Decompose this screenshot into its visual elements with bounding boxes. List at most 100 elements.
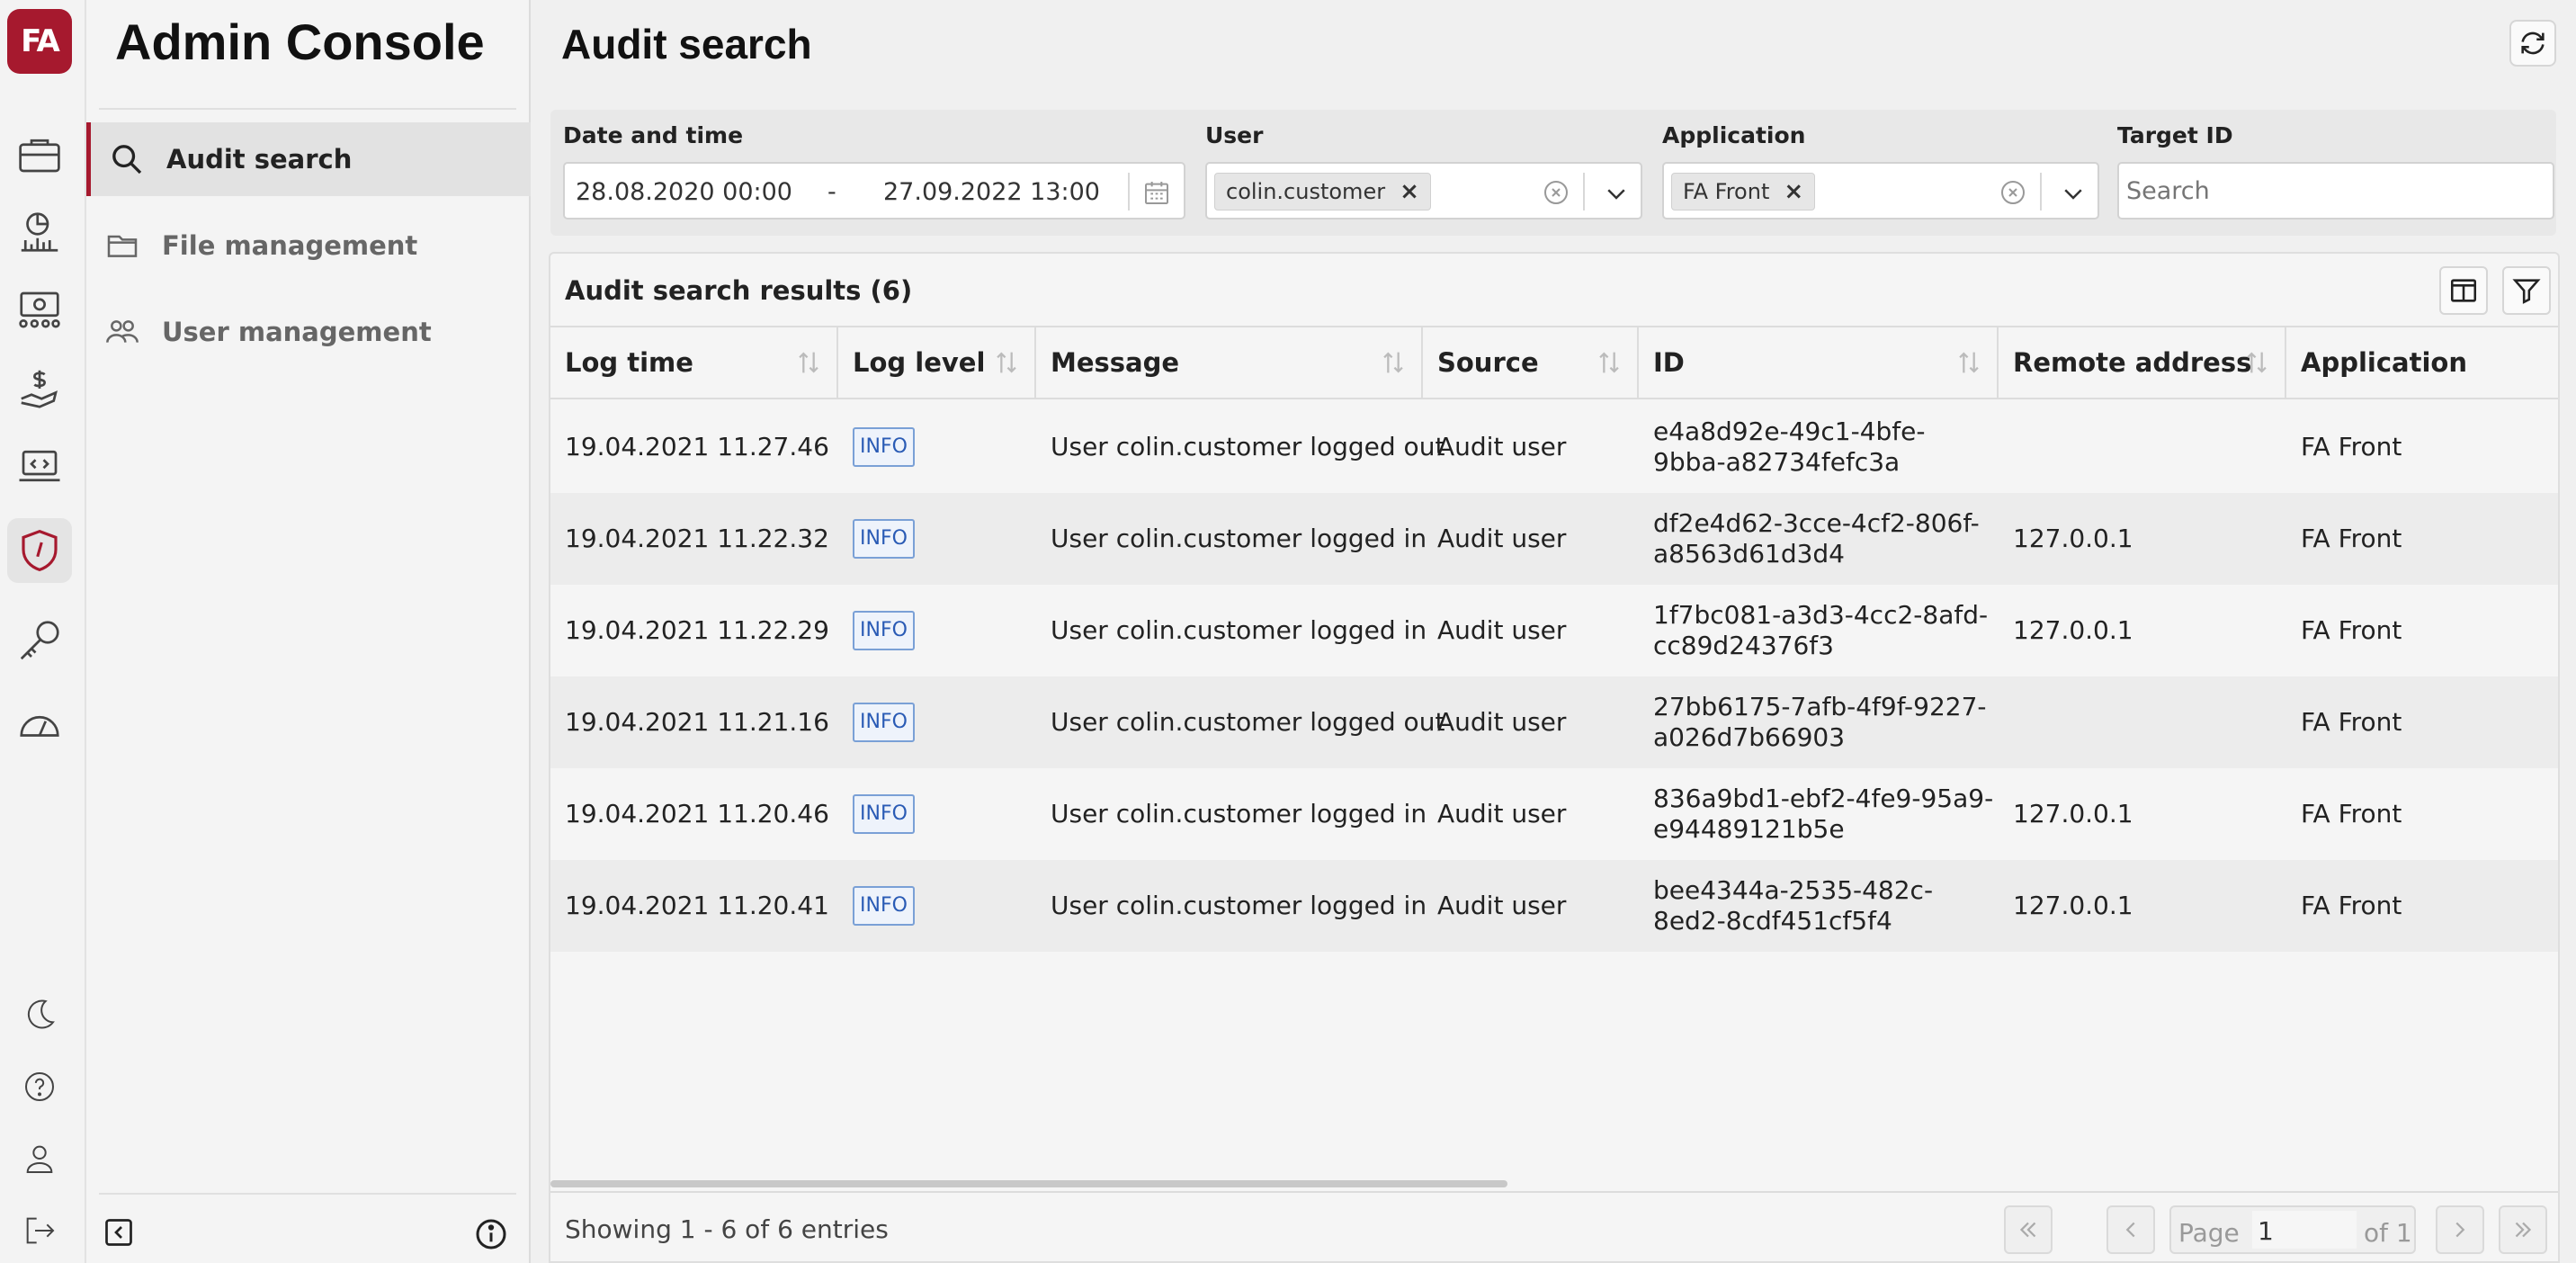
money-icon[interactable] bbox=[7, 277, 72, 342]
date-from-value: 28.08.2020 00:00 bbox=[576, 178, 792, 206]
column-header-log-level[interactable]: Log level bbox=[838, 327, 1036, 398]
nav-item-label: File management bbox=[162, 230, 418, 261]
briefcase-icon[interactable] bbox=[7, 122, 72, 187]
date-range-field[interactable]: 28.08.2020 00:00 - 27.09.2022 13:00 bbox=[563, 162, 1185, 219]
clear-icon[interactable] bbox=[1542, 178, 1570, 207]
remote-address-cell: 127.0.0.1 bbox=[2013, 891, 2133, 920]
column-header-application[interactable]: Application bbox=[2286, 327, 2558, 398]
message-cell: User colin.customer logged out bbox=[1051, 707, 1445, 737]
chevron-down-icon[interactable] bbox=[2060, 180, 2087, 207]
sort-icon[interactable] bbox=[793, 347, 824, 378]
application-cell: FA Front bbox=[2301, 707, 2402, 737]
column-header-label: Application bbox=[2301, 347, 2467, 378]
column-header-label: Source bbox=[1437, 347, 1539, 378]
sort-icon[interactable] bbox=[1954, 347, 1984, 378]
log-level-badge: INFO bbox=[853, 519, 915, 559]
sort-icon[interactable] bbox=[2241, 347, 2272, 378]
page-number-input[interactable]: 1 bbox=[2252, 1211, 2357, 1249]
id-line-2: a8563d61d3d4 bbox=[1653, 539, 1845, 569]
filter-button[interactable] bbox=[2502, 266, 2551, 315]
nav-item-audit-search[interactable]: Audit search bbox=[86, 122, 531, 196]
moon-icon[interactable] bbox=[7, 982, 72, 1047]
laptop-code-icon[interactable] bbox=[7, 434, 72, 498]
first-page-button[interactable] bbox=[2004, 1205, 2053, 1254]
user-chip-label: colin.customer bbox=[1226, 179, 1386, 204]
remove-user-chip-icon[interactable]: × bbox=[1400, 178, 1419, 205]
calendar-icon[interactable] bbox=[1142, 178, 1171, 207]
table-row[interactable]: 19.04.2021 11.20.41 INFO User colin.cust… bbox=[550, 860, 2558, 952]
sort-icon[interactable] bbox=[1378, 347, 1409, 378]
icon-rail: FA bbox=[0, 0, 86, 1263]
last-page-button[interactable] bbox=[2499, 1205, 2547, 1254]
divider bbox=[2040, 173, 2042, 210]
table-row[interactable]: 19.04.2021 11.20.46 INFO User colin.cust… bbox=[550, 768, 2558, 860]
nav-item-file-management[interactable]: File management bbox=[86, 209, 531, 282]
users-icon bbox=[106, 320, 139, 343]
help-icon[interactable] bbox=[7, 1054, 72, 1119]
remove-application-chip-icon[interactable]: × bbox=[1784, 178, 1803, 205]
user-select[interactable]: colin.customer × bbox=[1205, 162, 1642, 219]
sort-icon[interactable] bbox=[991, 347, 1022, 378]
id-line-1: 27bb6175-7afb-4f9f-9227- bbox=[1653, 692, 1987, 721]
remote-address-cell: 127.0.0.1 bbox=[2013, 524, 2133, 553]
log-time-cell: 19.04.2021 11.27.46 bbox=[565, 432, 829, 461]
divider bbox=[99, 1193, 516, 1195]
nav-item-label: User management bbox=[162, 317, 432, 347]
column-header-id[interactable]: ID bbox=[1639, 327, 1999, 398]
id-line-1: bee4344a-2535-482c- bbox=[1653, 875, 1934, 905]
application-chip: FA Front × bbox=[1671, 173, 1816, 210]
collapse-sidebar-icon[interactable] bbox=[103, 1216, 135, 1249]
column-header-message[interactable]: Message bbox=[1036, 327, 1423, 398]
application-select[interactable]: FA Front × bbox=[1662, 162, 2099, 219]
sort-icon[interactable] bbox=[1594, 347, 1624, 378]
horizontal-scrollbar[interactable] bbox=[550, 1180, 1507, 1187]
table-row[interactable]: 19.04.2021 11.22.32 INFO User colin.cust… bbox=[550, 493, 2558, 585]
speedometer-icon[interactable] bbox=[7, 691, 72, 756]
results-panel: Audit search results (6) Log time Log le… bbox=[549, 252, 2560, 1263]
divider bbox=[1583, 173, 1585, 210]
filter-bar: Date and time 28.08.2020 00:00 - 27.09.2… bbox=[550, 110, 2556, 236]
source-cell: Audit user bbox=[1437, 799, 1567, 829]
clear-icon[interactable] bbox=[1999, 178, 2027, 207]
columns-button[interactable] bbox=[2439, 266, 2488, 315]
user-icon[interactable] bbox=[7, 1126, 72, 1191]
column-header-remote-address[interactable]: Remote address bbox=[1999, 327, 2286, 398]
nav-item-label: Audit search bbox=[166, 144, 353, 175]
target-id-search-input[interactable] bbox=[2117, 162, 2554, 219]
page-selector: Page 1 of 1 bbox=[2169, 1205, 2416, 1254]
id-line-1: 1f7bc081-a3d3-4cc2-8afd- bbox=[1653, 600, 1989, 630]
payment-hand-icon[interactable] bbox=[7, 356, 72, 421]
key-icon[interactable] bbox=[7, 608, 72, 673]
chart-icon[interactable] bbox=[7, 200, 72, 264]
id-line-1: df2e4d62-3cce-4cf2-806f- bbox=[1653, 508, 1980, 538]
id-cell: e4a8d92e-49c1-4bfe- 9bba-a82734fefc3a bbox=[1639, 401, 1925, 493]
chevron-down-icon[interactable] bbox=[1603, 180, 1630, 207]
log-time-cell: 19.04.2021 11.20.46 bbox=[565, 799, 829, 829]
application-cell: FA Front bbox=[2301, 891, 2402, 920]
application-cell: FA Front bbox=[2301, 432, 2402, 461]
column-header-label: Remote address bbox=[2013, 347, 2252, 378]
column-header-log-time[interactable]: Log time bbox=[550, 327, 838, 398]
next-page-button[interactable] bbox=[2436, 1205, 2484, 1254]
table-row[interactable]: 19.04.2021 11.22.29 INFO User colin.cust… bbox=[550, 585, 2558, 676]
logout-icon[interactable] bbox=[7, 1198, 72, 1263]
date-to-value: 27.09.2022 13:00 bbox=[883, 178, 1100, 206]
shield-icon[interactable] bbox=[7, 518, 72, 583]
column-header-label: ID bbox=[1653, 347, 1685, 378]
message-cell: User colin.customer logged in bbox=[1051, 615, 1427, 645]
id-line-2: a026d7b66903 bbox=[1653, 722, 1846, 752]
info-icon[interactable] bbox=[473, 1216, 509, 1252]
column-header-source[interactable]: Source bbox=[1423, 327, 1639, 398]
log-time-cell: 19.04.2021 11.21.16 bbox=[565, 707, 829, 737]
nav-item-user-management[interactable]: User management bbox=[86, 295, 531, 369]
table-row[interactable]: 19.04.2021 11.27.46 INFO User colin.cust… bbox=[550, 401, 2558, 493]
log-time-cell: 19.04.2021 11.20.41 bbox=[565, 891, 829, 920]
refresh-button[interactable] bbox=[2509, 20, 2556, 67]
id-line-2: e94489121b5e bbox=[1653, 814, 1845, 844]
id-line-1: e4a8d92e-49c1-4bfe- bbox=[1653, 417, 1926, 446]
previous-page-button[interactable] bbox=[2106, 1205, 2155, 1254]
app-logo[interactable]: FA bbox=[7, 9, 72, 74]
id-line-1: 836a9bd1-ebf2-4fe9-95a9- bbox=[1653, 784, 1994, 813]
remote-address-cell bbox=[1999, 676, 2013, 768]
table-row[interactable]: 19.04.2021 11.21.16 INFO User colin.cust… bbox=[550, 676, 2558, 768]
